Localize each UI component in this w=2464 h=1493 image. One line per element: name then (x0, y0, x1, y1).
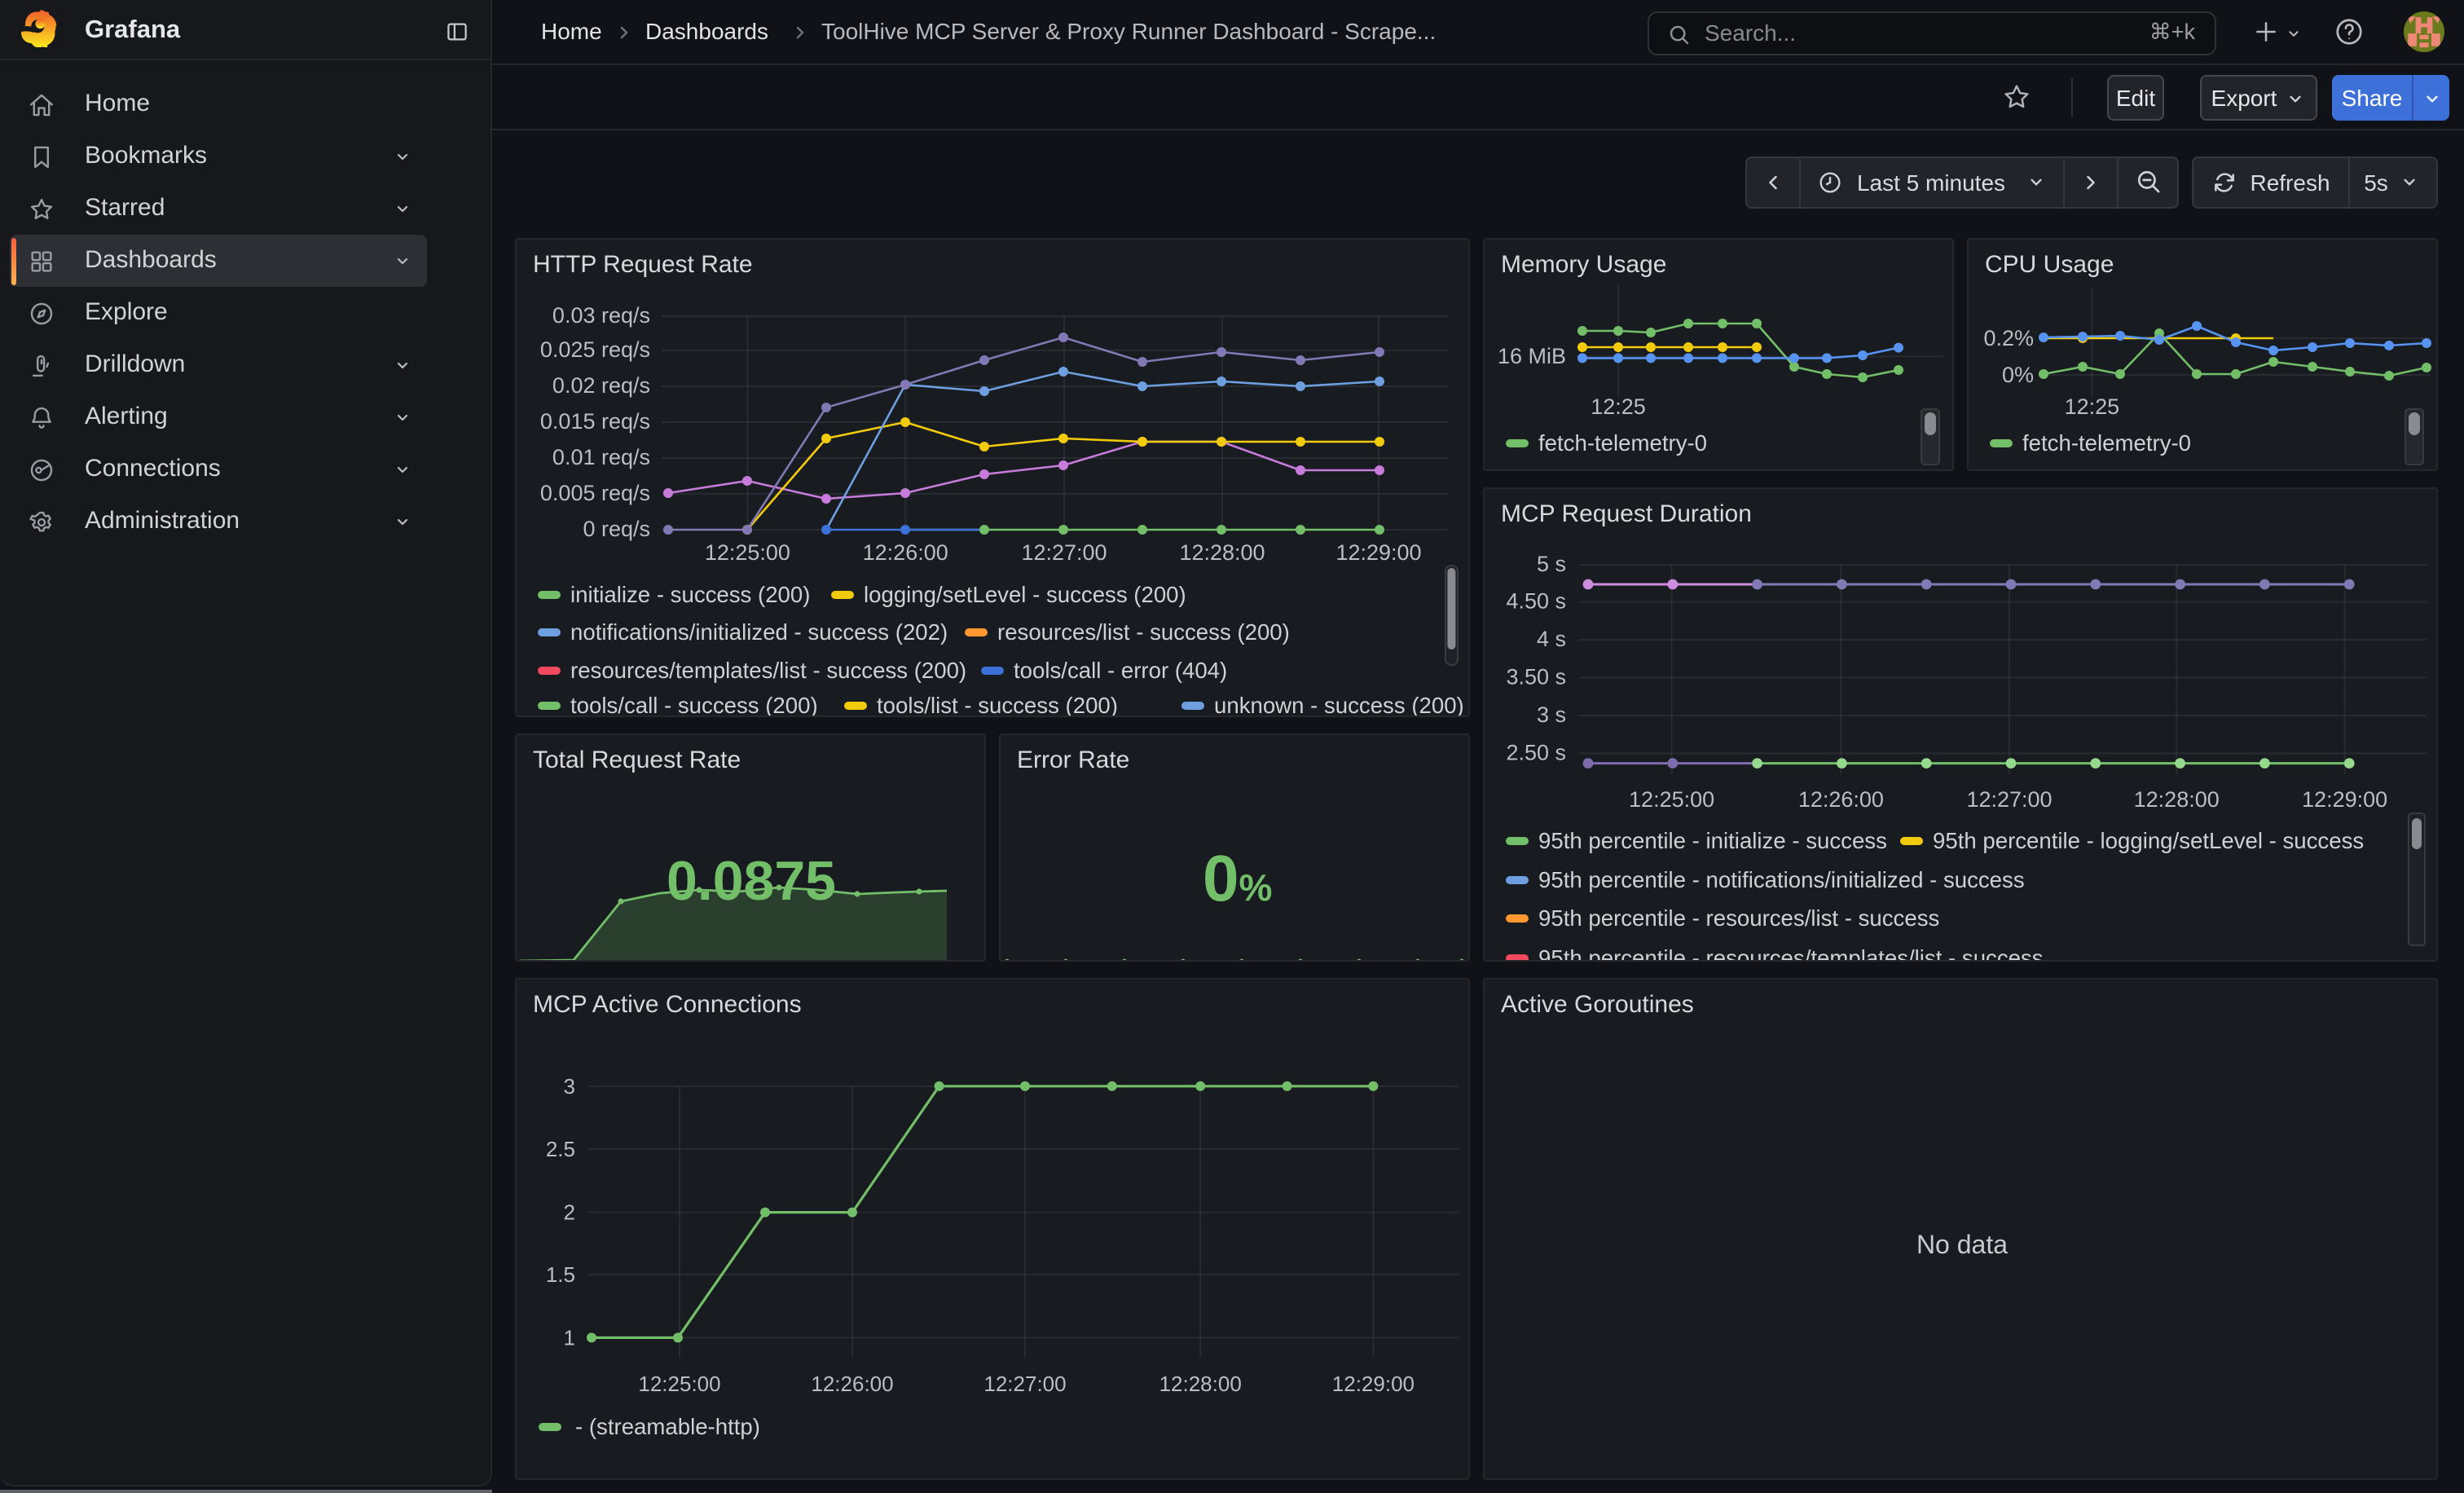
svg-text:12:29:00: 12:29:00 (2302, 787, 2387, 812)
svg-text:0%: 0% (1203, 842, 1272, 914)
svg-text:95th percentile - resources/te: 95th percentile - resources/templates/li… (1538, 945, 2044, 962)
svg-text:4 s: 4 s (1537, 627, 1566, 651)
svg-text:0 req/s: 0 req/s (583, 517, 650, 541)
svg-text:12:27:00: 12:27:00 (983, 1372, 1066, 1396)
svg-text:1.5: 1.5 (546, 1262, 575, 1287)
svg-text:resources/templates/list - suc: resources/templates/list - success (200) (570, 658, 966, 683)
svg-text:12:25:00: 12:25:00 (1629, 787, 1714, 812)
svg-text:3: 3 (564, 1074, 575, 1099)
svg-text:12:27:00: 12:27:00 (1021, 540, 1107, 565)
svg-text:12:26:00: 12:26:00 (863, 540, 948, 565)
svg-text:1: 1 (564, 1325, 575, 1350)
svg-text:tools/call - success (200): tools/call - success (200) (570, 693, 818, 717)
svg-text:2.5: 2.5 (546, 1137, 575, 1161)
svg-text:12:25:00: 12:25:00 (705, 540, 790, 565)
svg-text:2.50 s: 2.50 s (1506, 740, 1566, 764)
svg-text:12:25:00: 12:25:00 (638, 1372, 720, 1396)
svg-text:95th percentile - notification: 95th percentile - notifications/initiali… (1538, 867, 2025, 892)
svg-text:3 s: 3 s (1537, 702, 1566, 727)
svg-text:12:29:00: 12:29:00 (1335, 540, 1421, 565)
svg-text:12:26:00: 12:26:00 (1798, 787, 1884, 812)
svg-text:12:29:00: 12:29:00 (1332, 1372, 1415, 1396)
svg-text:0.03 req/s: 0.03 req/s (552, 303, 650, 328)
svg-text:2: 2 (564, 1200, 575, 1225)
svg-text:95th percentile - resources/li: 95th percentile - resources/list - succe… (1538, 905, 1939, 931)
svg-text:4.50 s: 4.50 s (1506, 589, 1566, 614)
svg-text:5 s: 5 s (1537, 552, 1566, 576)
svg-text:0.01 req/s: 0.01 req/s (552, 445, 650, 469)
svg-text:0.005 req/s: 0.005 req/s (540, 481, 650, 505)
svg-text:95th percentile - initialize -: 95th percentile - initialize - success (1538, 828, 1887, 853)
svg-text:12:26:00: 12:26:00 (811, 1372, 893, 1396)
svg-text:12:25: 12:25 (1591, 394, 1646, 419)
svg-text:logging/setLevel - success (20: logging/setLevel - success (200) (864, 582, 1186, 607)
svg-text:0%: 0% (2002, 363, 2034, 387)
svg-text:0.025 req/s: 0.025 req/s (540, 337, 650, 362)
svg-text:12:27:00: 12:27:00 (1966, 787, 2052, 812)
svg-text:- (streamable-http): - (streamable-http) (575, 1414, 760, 1439)
svg-text:tools/call - error (404): tools/call - error (404) (1014, 658, 1227, 683)
svg-text:12:28:00: 12:28:00 (1159, 1372, 1242, 1396)
svg-text:tools/list - success (200): tools/list - success (200) (877, 693, 1118, 717)
svg-text:0.015 req/s: 0.015 req/s (540, 409, 650, 434)
svg-text:fetch-telemetry-0: fetch-telemetry-0 (2022, 430, 2191, 456)
svg-text:resources/list - success (200): resources/list - success (200) (997, 619, 1290, 645)
svg-text:0.2%: 0.2% (1983, 326, 2034, 350)
svg-text:12:28:00: 12:28:00 (1179, 540, 1265, 565)
svg-text:16 MiB: 16 MiB (1498, 344, 1566, 368)
svg-text:initialize - success (200): initialize - success (200) (570, 582, 810, 607)
svg-text:3.50 s: 3.50 s (1506, 664, 1566, 689)
svg-text:12:28:00: 12:28:00 (2134, 787, 2220, 812)
svg-text:0.02 req/s: 0.02 req/s (552, 373, 650, 398)
svg-text:unknown - success (200): unknown - success (200) (1214, 693, 1464, 717)
svg-text:95th percentile - logging/setL: 95th percentile - logging/setLevel - suc… (1933, 828, 2364, 853)
svg-text:12:25: 12:25 (2065, 394, 2120, 419)
svg-text:fetch-telemetry-0: fetch-telemetry-0 (1538, 430, 1707, 456)
svg-text:0.0875: 0.0875 (667, 850, 836, 912)
svg-text:notifications/initialized - su: notifications/initialized - success (202… (570, 619, 948, 645)
